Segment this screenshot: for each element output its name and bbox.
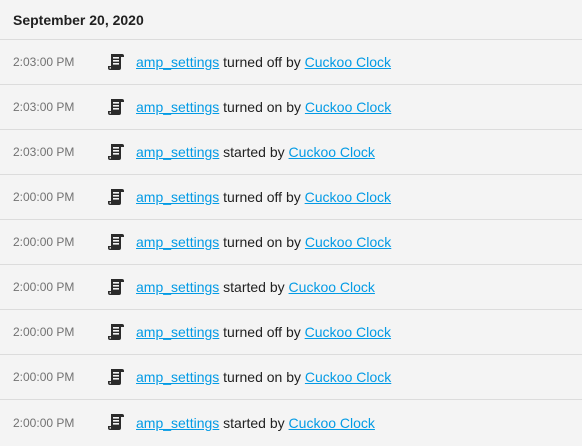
list-item: 2:03:00 PM amp_settings turned on by Cuc…: [0, 85, 582, 130]
entity-link[interactable]: amp_settings: [136, 279, 219, 295]
entry-action: started by: [223, 414, 285, 431]
script-text-icon: [106, 277, 126, 297]
script-text-icon: [106, 52, 126, 72]
entry-message: amp_settings turned on by Cuckoo Clock: [136, 99, 391, 115]
entry-action: started by: [223, 279, 285, 295]
entry-message: amp_settings turned on by Cuckoo Clock: [136, 234, 391, 250]
entry-action: turned on by: [223, 99, 302, 115]
list-item: 2:00:00 PM amp_settings turned off by Cu…: [0, 310, 582, 355]
entry-time: 2:00:00 PM: [13, 415, 75, 430]
entry-message: amp_settings turned off by Cuckoo Clock: [136, 324, 391, 340]
entry-time: 2:03:00 PM: [13, 55, 75, 69]
entity-link[interactable]: amp_settings: [136, 369, 219, 385]
source-link[interactable]: Cuckoo Clock: [289, 144, 375, 160]
entry-time: 2:00:00 PM: [13, 235, 75, 249]
list-item: 2:03:00 PM amp_settings turned off by Cu…: [0, 40, 582, 85]
list-item: 2:00:00 PM amp_settings started by Cucko…: [0, 400, 582, 445]
script-text-icon: [106, 232, 126, 252]
entry-time: 2:00:00 PM: [13, 370, 75, 384]
script-text-icon: [106, 412, 126, 432]
source-link[interactable]: Cuckoo Clock: [305, 189, 391, 205]
source-link[interactable]: Cuckoo Clock: [305, 324, 391, 340]
entry-time: 2:03:00 PM: [13, 100, 75, 114]
list-item: 2:03:00 PM amp_settings started by Cucko…: [0, 130, 582, 175]
entity-link[interactable]: amp_settings: [136, 144, 219, 160]
entry-action: turned on by: [223, 234, 302, 250]
entry-action: turned on by: [223, 369, 302, 385]
entry-action: turned off by: [223, 189, 301, 205]
entry-message: amp_settings turned on by Cuckoo Clock: [136, 369, 391, 385]
script-text-icon: [106, 97, 126, 117]
script-text-icon: [106, 322, 126, 342]
entry-message: amp_settings started by Cuckoo Clock: [136, 415, 375, 431]
list-item: 2:00:00 PM amp_settings turned off by Cu…: [0, 175, 582, 220]
list-item: 2:00:00 PM amp_settings turned on by Cuc…: [0, 220, 582, 265]
entry-time: 2:00:00 PM: [13, 190, 75, 204]
entry-action: started by: [223, 144, 285, 160]
source-link[interactable]: Cuckoo Clock: [289, 415, 375, 431]
script-text-icon: [106, 187, 126, 207]
script-text-icon: [106, 367, 126, 387]
entry-time: 2:03:00 PM: [13, 145, 75, 159]
entry-action: turned off by: [223, 324, 301, 340]
entry-list: 2:03:00 PM amp_settings turned off by Cu…: [0, 40, 582, 445]
entity-link[interactable]: amp_settings: [136, 415, 219, 431]
entity-link[interactable]: amp_settings: [136, 99, 219, 115]
entity-link[interactable]: amp_settings: [136, 189, 219, 205]
source-link[interactable]: Cuckoo Clock: [305, 54, 391, 70]
script-text-icon: [106, 142, 126, 162]
source-link[interactable]: Cuckoo Clock: [305, 234, 391, 250]
logbook: September 20, 2020 2:03:00 PM amp_settin…: [0, 0, 582, 446]
entity-link[interactable]: amp_settings: [136, 234, 219, 250]
source-link[interactable]: Cuckoo Clock: [305, 99, 391, 115]
entry-message: amp_settings turned off by Cuckoo Clock: [136, 54, 391, 70]
entry-time: 2:00:00 PM: [13, 325, 75, 339]
source-link[interactable]: Cuckoo Clock: [289, 279, 375, 295]
source-link[interactable]: Cuckoo Clock: [305, 369, 391, 385]
list-item: 2:00:00 PM amp_settings started by Cucko…: [0, 265, 582, 310]
entity-link[interactable]: amp_settings: [136, 54, 219, 70]
entity-link[interactable]: amp_settings: [136, 324, 219, 340]
entry-action: turned off by: [223, 54, 301, 70]
list-item: 2:00:00 PM amp_settings turned on by Cuc…: [0, 355, 582, 400]
entry-message: amp_settings started by Cuckoo Clock: [136, 144, 375, 160]
entry-message: amp_settings turned off by Cuckoo Clock: [136, 189, 391, 205]
entry-time: 2:00:00 PM: [13, 280, 75, 294]
entry-message: amp_settings started by Cuckoo Clock: [136, 279, 375, 295]
date-header: September 20, 2020: [0, 0, 582, 40]
